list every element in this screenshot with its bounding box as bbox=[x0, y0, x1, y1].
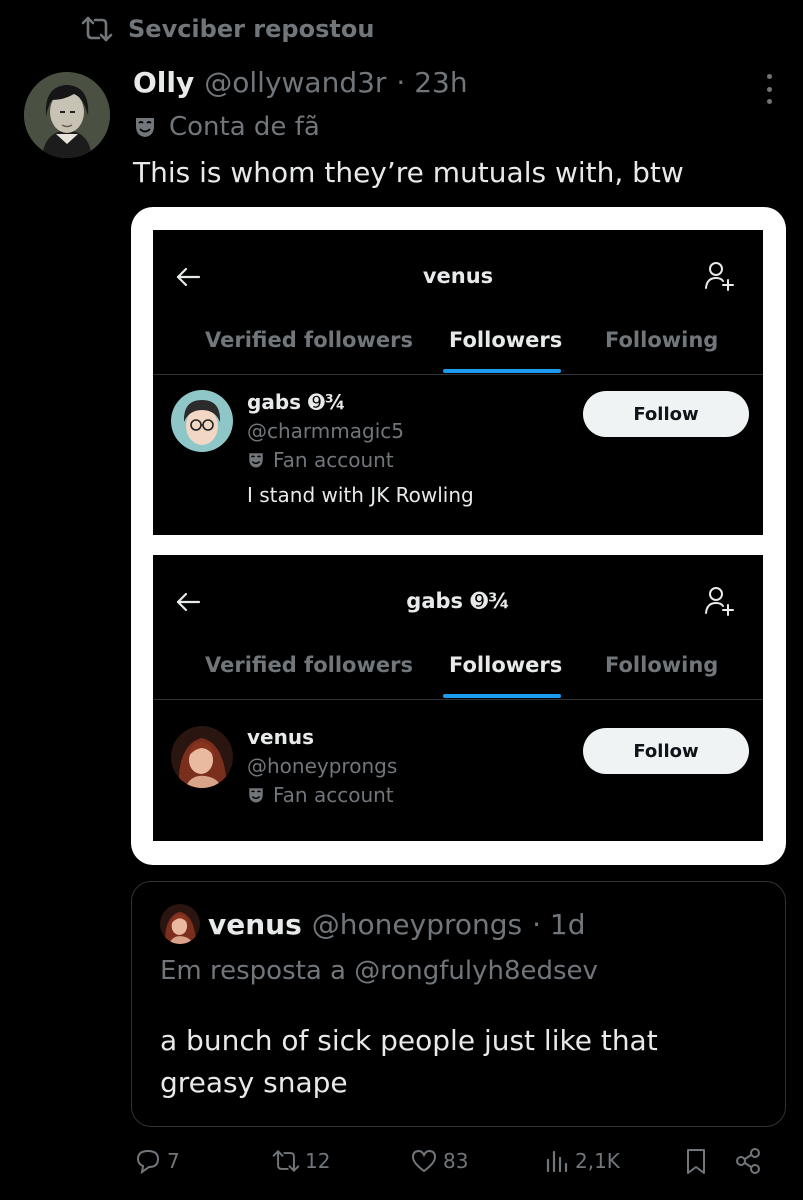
user-handle: @charmmagic5 bbox=[247, 419, 404, 443]
follow-button[interactable]: Follow bbox=[583, 728, 749, 774]
user-handle: @honeyprongs bbox=[247, 754, 398, 778]
user-fan-label: Fan account bbox=[273, 783, 394, 807]
tweet-time[interactable]: · 23h bbox=[396, 66, 467, 99]
author-name[interactable]: Olly bbox=[133, 66, 194, 99]
user-avatar[interactable] bbox=[171, 390, 233, 452]
tweet-text: This is whom they’re mutuals with, btw bbox=[133, 156, 684, 189]
quoted-author-name[interactable]: venus bbox=[208, 908, 302, 941]
user-fan-badge: Fan account bbox=[247, 448, 394, 472]
user-name[interactable]: venus bbox=[247, 725, 314, 749]
user-fan-label: Fan account bbox=[273, 448, 394, 472]
fan-account-badge: Conta de fã bbox=[133, 112, 320, 142]
user-bio: I stand with JK Rowling bbox=[247, 483, 474, 507]
quoted-time[interactable]: · 1d bbox=[532, 908, 585, 941]
views-button[interactable]: 2,1K bbox=[541, 1146, 620, 1176]
like-button[interactable]: 83 bbox=[409, 1146, 468, 1176]
share-button[interactable] bbox=[733, 1146, 763, 1176]
bookmark-button[interactable] bbox=[681, 1146, 711, 1176]
mask-icon bbox=[249, 788, 263, 803]
repost-text: Sevciber repostou bbox=[128, 15, 375, 43]
tab-following[interactable]: Following bbox=[605, 653, 718, 677]
reply-count: 7 bbox=[167, 1149, 180, 1173]
tab-following[interactable]: Following bbox=[605, 328, 718, 352]
quoted-author-avatar[interactable] bbox=[160, 904, 200, 944]
panel-tabs: Verified followers Followers Following bbox=[153, 645, 763, 700]
reply-button[interactable]: 7 bbox=[133, 1146, 180, 1176]
tab-followers[interactable]: Followers bbox=[449, 328, 562, 352]
panel-header: venus bbox=[153, 230, 763, 320]
quoted-text: a bunch of sick people just like that gr… bbox=[160, 1024, 658, 1099]
screenshot-panel-venus: venus Verified followers Followers Follo… bbox=[153, 230, 763, 535]
tab-verified-followers[interactable]: Verified followers bbox=[205, 328, 413, 352]
user-avatar[interactable] bbox=[171, 726, 233, 788]
bookmark-icon bbox=[687, 1149, 705, 1174]
repost-icon bbox=[81, 16, 113, 42]
like-icon bbox=[411, 1149, 437, 1173]
share-icon bbox=[736, 1148, 760, 1174]
add-user-icon[interactable] bbox=[703, 585, 735, 617]
quoted-author-line: venus @honeyprongs · 1d bbox=[208, 908, 586, 941]
mask-icon bbox=[136, 118, 154, 137]
panel-title: gabs ➒¾ bbox=[406, 589, 510, 613]
screenshot-panel-gabs: gabs ➒¾ Verified followers Followers Fol… bbox=[153, 555, 763, 841]
tab-verified-followers[interactable]: Verified followers bbox=[205, 653, 413, 677]
repost-count: 12 bbox=[305, 1149, 331, 1173]
quoted-author-handle[interactable]: @honeyprongs bbox=[312, 908, 522, 941]
repost-icon bbox=[272, 1150, 300, 1172]
repost-button[interactable]: 12 bbox=[271, 1146, 330, 1176]
like-count: 83 bbox=[443, 1149, 469, 1173]
panel-title: venus bbox=[422, 264, 494, 288]
repost-indicator[interactable]: Sevciber repostou bbox=[80, 14, 374, 44]
tab-followers[interactable]: Followers bbox=[449, 653, 562, 677]
active-tab-indicator bbox=[443, 694, 561, 698]
active-tab-indicator bbox=[443, 369, 561, 373]
more-icon[interactable] bbox=[763, 74, 775, 104]
action-bar: 7 12 83 2,1K bbox=[133, 1146, 773, 1184]
mask-icon bbox=[249, 453, 263, 468]
add-user-icon[interactable] bbox=[703, 260, 735, 292]
fan-account-label: Conta de fã bbox=[169, 112, 320, 142]
user-name[interactable]: gabs ➒¾ bbox=[247, 390, 345, 414]
panel-header: gabs ➒¾ bbox=[153, 555, 763, 645]
quoted-reply-to: Em resposta a @rongfulyh8edsev bbox=[160, 956, 598, 986]
author-avatar[interactable] bbox=[24, 72, 110, 158]
author-handle[interactable]: @ollywand3r bbox=[204, 66, 386, 99]
reply-icon bbox=[136, 1149, 160, 1175]
panel-tabs: Verified followers Followers Following bbox=[153, 320, 763, 375]
views-count: 2,1K bbox=[575, 1149, 620, 1173]
views-icon bbox=[546, 1150, 568, 1173]
user-fan-badge: Fan account bbox=[247, 783, 394, 807]
author-line: Olly @ollywand3r · 23h bbox=[133, 66, 468, 99]
follow-button[interactable]: Follow bbox=[583, 391, 749, 437]
